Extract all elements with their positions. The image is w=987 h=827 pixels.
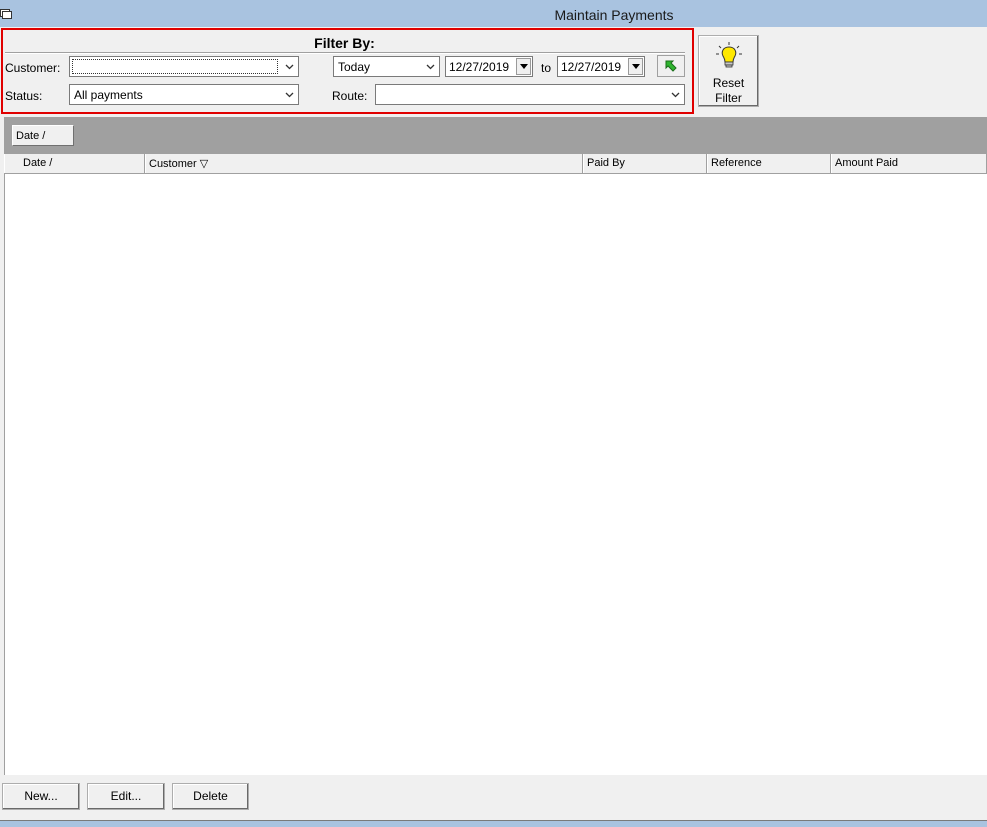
filter-heading: Filter By:	[314, 35, 375, 51]
route-select[interactable]	[375, 84, 685, 105]
dropdown-arrow-icon	[632, 64, 640, 69]
date-from-picker[interactable]: 12/27/2019	[445, 56, 533, 77]
column-label: Paid By	[587, 157, 625, 169]
group-by-date-chip[interactable]: Date /	[12, 125, 74, 146]
payments-grid[interactable]	[4, 174, 987, 775]
edit-label: Edit...	[110, 789, 142, 803]
focus-indicator	[72, 59, 278, 74]
column-label: Reference	[711, 157, 762, 169]
date-to-dropdown[interactable]	[628, 58, 643, 75]
column-header-amount-paid[interactable]: Amount Paid	[831, 154, 987, 173]
chevron-down-icon	[671, 92, 680, 98]
new-label: New...	[24, 789, 58, 803]
period-value: Today	[338, 60, 371, 74]
green-arrow-icon	[665, 60, 677, 72]
window-title: Maintain Payments	[554, 7, 674, 23]
title-bar: Maintain Payments	[0, 0, 987, 27]
lightbulb-icon	[716, 42, 742, 68]
grid-header: Date / Customer ▽ Paid By Reference Amou…	[4, 154, 987, 174]
column-label: Amount Paid	[835, 157, 898, 169]
column-header-reference[interactable]: Reference	[707, 154, 831, 173]
column-header-customer[interactable]: Customer ▽	[145, 154, 583, 173]
customer-select[interactable]	[69, 56, 299, 77]
delete-button[interactable]: Delete	[172, 783, 249, 810]
filter-label: Filter	[715, 91, 742, 105]
reset-filter-button[interactable]: Reset Filter	[698, 35, 759, 107]
group-chip-label: Date /	[16, 130, 46, 142]
date-to-picker[interactable]: 12/27/2019	[557, 56, 645, 77]
group-by-area[interactable]: Date /	[4, 117, 987, 154]
status-bar	[0, 820, 987, 827]
chevron-down-icon	[285, 64, 294, 70]
chevron-down-icon	[426, 64, 435, 70]
date-to-value: 12/27/2019	[561, 60, 622, 74]
period-select[interactable]: Today	[333, 56, 440, 77]
reset-label: Reset	[712, 76, 745, 90]
edit-button[interactable]: Edit...	[87, 783, 165, 810]
delete-label: Delete	[193, 789, 228, 803]
column-label: Date /	[23, 157, 53, 169]
to-label: to	[541, 61, 552, 75]
column-header-date[interactable]: Date /	[4, 154, 145, 173]
apply-filter-button[interactable]	[657, 55, 685, 77]
date-from-value: 12/27/2019	[449, 60, 510, 74]
column-label: Customer ▽	[149, 158, 209, 170]
chevron-down-icon	[285, 92, 294, 98]
new-button[interactable]: New...	[2, 783, 80, 810]
route-label: Route:	[332, 89, 368, 103]
customer-label: Customer:	[5, 61, 61, 75]
filter-panel: Filter By: Customer: Status: All payment…	[1, 28, 694, 114]
status-value: All payments	[74, 88, 143, 102]
filter-divider	[5, 52, 685, 54]
action-bar: New... Edit... Delete	[0, 775, 987, 820]
date-from-dropdown[interactable]	[516, 58, 531, 75]
status-label: Status:	[5, 89, 43, 103]
column-header-paid-by[interactable]: Paid By	[583, 154, 707, 173]
dropdown-arrow-icon	[520, 64, 528, 69]
status-select[interactable]: All payments	[69, 84, 299, 105]
